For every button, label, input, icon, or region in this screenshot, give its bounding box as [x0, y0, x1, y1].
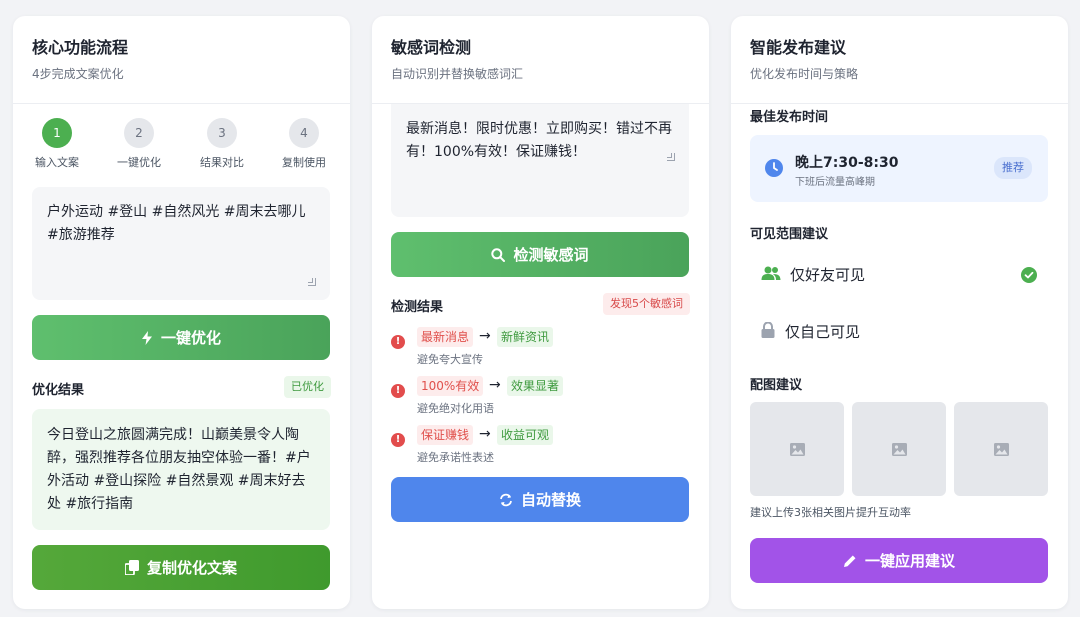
optimized-badge: 已优化 — [284, 376, 331, 398]
alert-icon: ! — [391, 433, 405, 447]
replacement-word: 效果显著 — [507, 376, 564, 396]
input-textarea[interactable]: 户外运动 #登山 #自然风光 #周末去哪儿 #旅游推荐 — [32, 187, 330, 300]
image-placeholder[interactable] — [852, 402, 946, 496]
apply-button-label: 一键应用建议 — [864, 552, 955, 570]
step-number: 4 — [289, 118, 319, 148]
resize-handle[interactable] — [308, 278, 316, 286]
clock-icon — [765, 159, 783, 177]
step-label: 输入文案 — [35, 156, 79, 169]
visibility-option-label: 仅好友可见 — [790, 266, 866, 284]
visibility-label: 可见范围建议 — [750, 227, 829, 242]
step-label: 结果对比 — [200, 156, 244, 169]
optimize-button-label: 一键优化 — [160, 329, 221, 347]
auto-replace-button[interactable]: 自动替换 — [391, 477, 689, 522]
best-time-box[interactable]: 晚上7:30-8:30 下班后流量高峰期 推荐 — [750, 135, 1048, 202]
best-time-reason: 下班后流量高峰期 — [795, 177, 875, 188]
step-number: 2 — [124, 118, 154, 148]
sensitive-input-textarea[interactable]: 最新消息！限时优惠！立即购买！错过不再有！100%有效！保证赚钱！ — [391, 104, 689, 217]
detect-button[interactable]: 检测敏感词 — [391, 232, 689, 277]
step-label: 一键优化 — [117, 156, 161, 169]
reason-note: 避免承诺性表述 — [417, 451, 494, 464]
arrow-icon: → — [489, 377, 501, 393]
image-icon — [891, 442, 907, 456]
apply-suggestion-button[interactable]: 一键应用建议 — [750, 538, 1048, 583]
sync-icon — [500, 493, 512, 506]
input-text: 户外运动 #登山 #自然风光 #周末去哪儿 #旅游推荐 — [47, 204, 306, 243]
card-title: 核心功能流程 — [32, 38, 129, 57]
image-placeholder[interactable] — [750, 402, 844, 496]
core-flow-card: 核心功能流程 4步完成文案优化 1 输入文案 2 一键优化 3 结果对比 4 复… — [13, 16, 350, 609]
result-text: 今日登山之旅圆满完成！山巅美景令人陶醉，强烈推荐各位朋友抽空体验一番！#户外活动… — [32, 409, 330, 530]
copy-icon — [124, 560, 139, 575]
card-header: 核心功能流程 4步完成文案优化 — [13, 16, 350, 104]
image-hint: 建议上传3张相关图片提升互动率 — [750, 506, 911, 519]
reason-note: 避免夸大宣传 — [417, 353, 483, 366]
sensitive-item: ! 最新消息 → 新鲜资讯 避免夸大宣传 — [391, 327, 691, 367]
image-suggestion-label: 配图建议 — [750, 378, 803, 393]
visibility-option-self[interactable]: 仅自己可见 — [750, 311, 1048, 351]
image-icon — [993, 442, 1009, 456]
visibility-option-label: 仅自己可见 — [785, 323, 861, 341]
image-placeholder[interactable] — [954, 402, 1048, 496]
step-2[interactable]: 2 一键优化 — [104, 118, 174, 170]
card-subtitle: 优化发布时间与策略 — [750, 67, 859, 81]
card-subtitle: 4步完成文案优化 — [32, 67, 124, 81]
card-header: 智能发布建议 优化发布时间与策略 — [731, 16, 1068, 104]
image-icon — [789, 442, 805, 456]
copy-button[interactable]: 复制优化文案 — [32, 545, 330, 590]
card-subtitle: 自动识别并替换敏感词汇 — [391, 67, 524, 81]
detect-button-label: 检测敏感词 — [513, 246, 589, 264]
sensitive-word: 100%有效 — [417, 376, 484, 396]
step-4[interactable]: 4 复制使用 — [269, 118, 339, 170]
step-number: 3 — [207, 118, 237, 148]
replacement-word: 收益可观 — [497, 425, 554, 445]
step-3[interactable]: 3 结果对比 — [187, 118, 257, 170]
best-time-label: 最佳发布时间 — [750, 110, 829, 125]
check-icon — [1021, 267, 1037, 283]
arrow-icon: → — [479, 426, 491, 442]
visibility-option-friends[interactable]: 仅好友可见 — [750, 254, 1048, 294]
sensitive-item: ! 保证赚钱 → 收益可观 避免承诺性表述 — [391, 425, 691, 465]
result-label: 优化结果 — [32, 383, 85, 398]
sensitive-word: 最新消息 — [417, 327, 474, 347]
lightning-icon — [141, 330, 152, 345]
sensitive-item: ! 100%有效 → 效果显著 避免绝对化用语 — [391, 376, 691, 416]
replacement-word: 新鲜资讯 — [497, 327, 554, 347]
pencil-icon — [843, 555, 856, 567]
friends-icon — [761, 266, 781, 280]
card-header: 敏感词检测 自动识别并替换敏感词汇 — [372, 16, 709, 104]
input-text: 最新消息！限时优惠！立即购买！错过不再有！100%有效！保证赚钱！ — [406, 121, 672, 160]
replace-button-label: 自动替换 — [520, 491, 581, 509]
copy-button-label: 复制优化文案 — [146, 559, 237, 577]
alert-icon: ! — [391, 335, 405, 349]
card-title: 智能发布建议 — [750, 38, 847, 57]
card-title: 敏感词检测 — [391, 38, 472, 57]
sensitive-word-card: 敏感词检测 自动识别并替换敏感词汇 最新消息！限时优惠！立即购买！错过不再有！1… — [372, 16, 709, 609]
search-icon — [491, 247, 506, 262]
resize-handle[interactable] — [667, 153, 675, 161]
arrow-icon: → — [479, 328, 491, 344]
best-time-value: 晚上7:30-8:30 — [795, 155, 899, 171]
reason-note: 避免绝对化用语 — [417, 402, 494, 415]
lock-icon — [761, 322, 775, 338]
recommend-badge: 推荐 — [994, 157, 1032, 179]
optimize-button[interactable]: 一键优化 — [32, 315, 330, 360]
sensitive-word: 保证赚钱 — [417, 425, 474, 445]
step-1[interactable]: 1 输入文案 — [22, 118, 92, 170]
alert-icon: ! — [391, 384, 405, 398]
step-number: 1 — [42, 118, 72, 148]
publish-suggestion-card: 智能发布建议 优化发布时间与策略 最佳发布时间 晚上7:30-8:30 下班后流… — [731, 16, 1068, 609]
detect-result-label: 检测结果 — [391, 300, 444, 315]
found-count-badge: 发现5个敏感词 — [603, 293, 690, 315]
step-label: 复制使用 — [282, 156, 326, 169]
